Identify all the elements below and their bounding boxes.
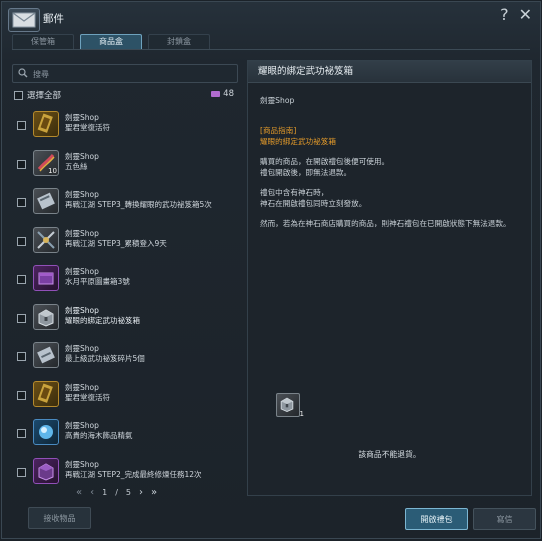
select-all-label: 選擇全部 (27, 91, 62, 101)
tab-divider (12, 49, 530, 50)
talisman-icon (33, 380, 59, 407)
total-pages: 5 (125, 488, 132, 497)
list-item[interactable]: 劍靈Shop 耀眼的綁定武功祕笈箱 (12, 300, 240, 339)
item-subject: 水月平原圖畫箱3號 (65, 277, 130, 286)
window-title: 郵件 (43, 13, 64, 25)
mail-list: 劍靈Shop 聖君堂復活符 10 劍靈Shop 五色絲 劍靈Shop 再戰江湖 … (12, 107, 240, 492)
item-subject: 耀眼的綁定武功祕笈箱 (65, 315, 140, 325)
item-checkbox[interactable] (17, 390, 26, 400)
detail-sender: 劍靈Shop (260, 96, 295, 105)
next-page-icon[interactable]: › (139, 487, 143, 498)
guide-heading: [商品指南] (260, 125, 297, 135)
silk-thread-icon: 10 (33, 149, 59, 176)
last-page-icon[interactable]: » (151, 487, 157, 498)
item-checkbox[interactable] (17, 121, 26, 130)
spirit-orb-icon (33, 419, 59, 445)
tab-item-box[interactable]: 商品盒 (80, 34, 142, 49)
current-page: 1 (102, 488, 108, 497)
write-mail-button[interactable]: 寫信 (473, 508, 536, 530)
list-item[interactable]: 劍靈Shop 聖君堂復活符 (12, 107, 240, 146)
detail-text-line: 禮包中含有神石時， (260, 187, 329, 197)
item-checkbox[interactable] (17, 198, 26, 207)
list-item[interactable]: 劍靈Shop 再戰江湖 STEP3_累積登入9天 (12, 223, 240, 262)
detail-body: 劍靈Shop [商品指南] 耀眼的綁定武功祕笈箱 購買的商品，在開啟禮包後便可使… (260, 95, 521, 229)
mail-count-value: 48 (223, 89, 234, 99)
item-subject: 再戰江湖 STEP3_轉換耀眼的武功祕笈箱5次 (65, 200, 212, 209)
item-checkbox[interactable] (17, 159, 26, 169)
item-sender: 劍靈Shop (65, 421, 99, 430)
mail-count-icon (211, 91, 221, 97)
title-actions: ? ✕ (500, 7, 532, 23)
talisman-icon (33, 111, 59, 137)
prev-page-icon[interactable]: ‹ (90, 487, 94, 498)
select-all-row[interactable]: 選擇全部 (14, 89, 61, 101)
item-sender: 劍靈Shop (65, 267, 99, 276)
search-box (12, 64, 238, 83)
item-sender: 劍靈Shop (65, 459, 99, 469)
search-input[interactable] (31, 66, 231, 82)
list-item[interactable]: 劍靈Shop 聖君堂復活符 (12, 377, 240, 416)
receive-items-button[interactable]: 接收物品 (28, 507, 91, 529)
item-sender: 劍靈Shop (65, 151, 99, 161)
item-quantity: 10 (48, 166, 57, 175)
item-sender: 劍靈Shop (65, 344, 99, 353)
item-subject: 聖君堂復活符 (65, 392, 110, 402)
mail-detail-panel: 耀眼的綁定武功祕笈箱 劍靈Shop [商品指南] 耀眼的綁定武功祕笈箱 購買的商… (247, 60, 532, 496)
attachment-quantity: 1 (299, 410, 304, 418)
detail-text-line: 神石在開啟禮包同時立刻發放。 (260, 199, 367, 208)
list-item[interactable]: 劍靈Shop 高貴的海木飾品精氣 (12, 415, 240, 454)
item-sender: 劍靈Shop (65, 382, 99, 392)
item-subject: 五色絲 (65, 161, 88, 171)
mail-count: 48 (211, 89, 234, 99)
no-return-notice: 該商品不能退貨。 (358, 450, 421, 459)
detail-text-paragraph: 然而，若為在神石商店購買的商品，則神石禮包在已開啟狀態下無法退款。 (260, 218, 511, 228)
help-icon[interactable]: ? (500, 7, 509, 23)
item-sender: 劍靈Shop (65, 113, 99, 122)
search-icon (18, 68, 28, 78)
scroll-fragment-icon (33, 342, 59, 368)
item-subject: 高貴的海木飾品精氣 (65, 431, 133, 440)
mail-tabs: 保管箱 商品盒 封鎖盒 (12, 34, 210, 49)
mail-list-panel: 選擇全部 48 劍靈Shop 聖君堂復活符 10 劍靈Shop (12, 60, 240, 500)
item-subject: 最上級武功祕笈碎片5個 (65, 354, 145, 363)
mail-envelope-icon (8, 8, 40, 32)
item-checkbox[interactable] (17, 352, 26, 361)
page-separator: / (115, 488, 118, 497)
weapon-bundle-icon (33, 226, 59, 253)
item-sender: 劍靈Shop (65, 305, 99, 315)
item-sender: 劍靈Shop (65, 228, 99, 238)
item-sender: 劍靈Shop (65, 190, 99, 199)
item-subject: 再戰江湖 STEP2_完成最終修煉任務12次 (65, 469, 202, 479)
tab-block-box[interactable]: 封鎖盒 (148, 34, 210, 49)
guide-item: 耀眼的綁定武功祕笈箱 (260, 137, 336, 146)
list-item[interactable]: 10 劍靈Shop 五色絲 (12, 146, 240, 185)
detail-text-line: 購買的商品，在開啟禮包後便可使用。 (260, 156, 390, 166)
chest-icon (33, 303, 59, 330)
item-subject: 再戰江湖 STEP3_累積登入9天 (65, 238, 167, 248)
first-page-icon[interactable]: « (76, 487, 82, 498)
chest-icon (33, 457, 59, 484)
close-icon[interactable]: ✕ (519, 7, 532, 23)
scroll-bundle-icon (33, 188, 59, 214)
mail-window: 郵件 ? ✕ 保管箱 商品盒 封鎖盒 選擇全部 48 (1, 1, 541, 539)
item-checkbox[interactable] (17, 429, 26, 438)
pagination: « ‹ 1 / 5 › » (76, 487, 157, 498)
open-package-button[interactable]: 開啟禮包 (405, 508, 468, 530)
list-item[interactable]: 劍靈Shop 水月平原圖畫箱3號 (12, 261, 240, 300)
list-item[interactable]: 劍靈Shop 再戰江湖 STEP3_轉換耀眼的武功祕笈箱5次 (12, 184, 240, 223)
item-subject: 聖君堂復活符 (65, 123, 110, 132)
item-checkbox[interactable] (17, 236, 26, 246)
item-checkbox[interactable] (17, 313, 26, 323)
detail-text-line: 禮包開啟後，即無法退款。 (260, 168, 352, 177)
select-all-checkbox[interactable] (14, 90, 23, 100)
list-item[interactable]: 劍靈Shop 最上級武功祕笈碎片5個 (12, 338, 240, 377)
tab-storage[interactable]: 保管箱 (12, 34, 74, 49)
attachment-chest-icon[interactable]: 1 (276, 393, 304, 418)
item-checkbox[interactable] (17, 467, 26, 477)
detail-title: 耀眼的綁定武功祕笈箱 (248, 61, 531, 83)
picture-box-icon (33, 265, 59, 291)
item-checkbox[interactable] (17, 275, 26, 284)
